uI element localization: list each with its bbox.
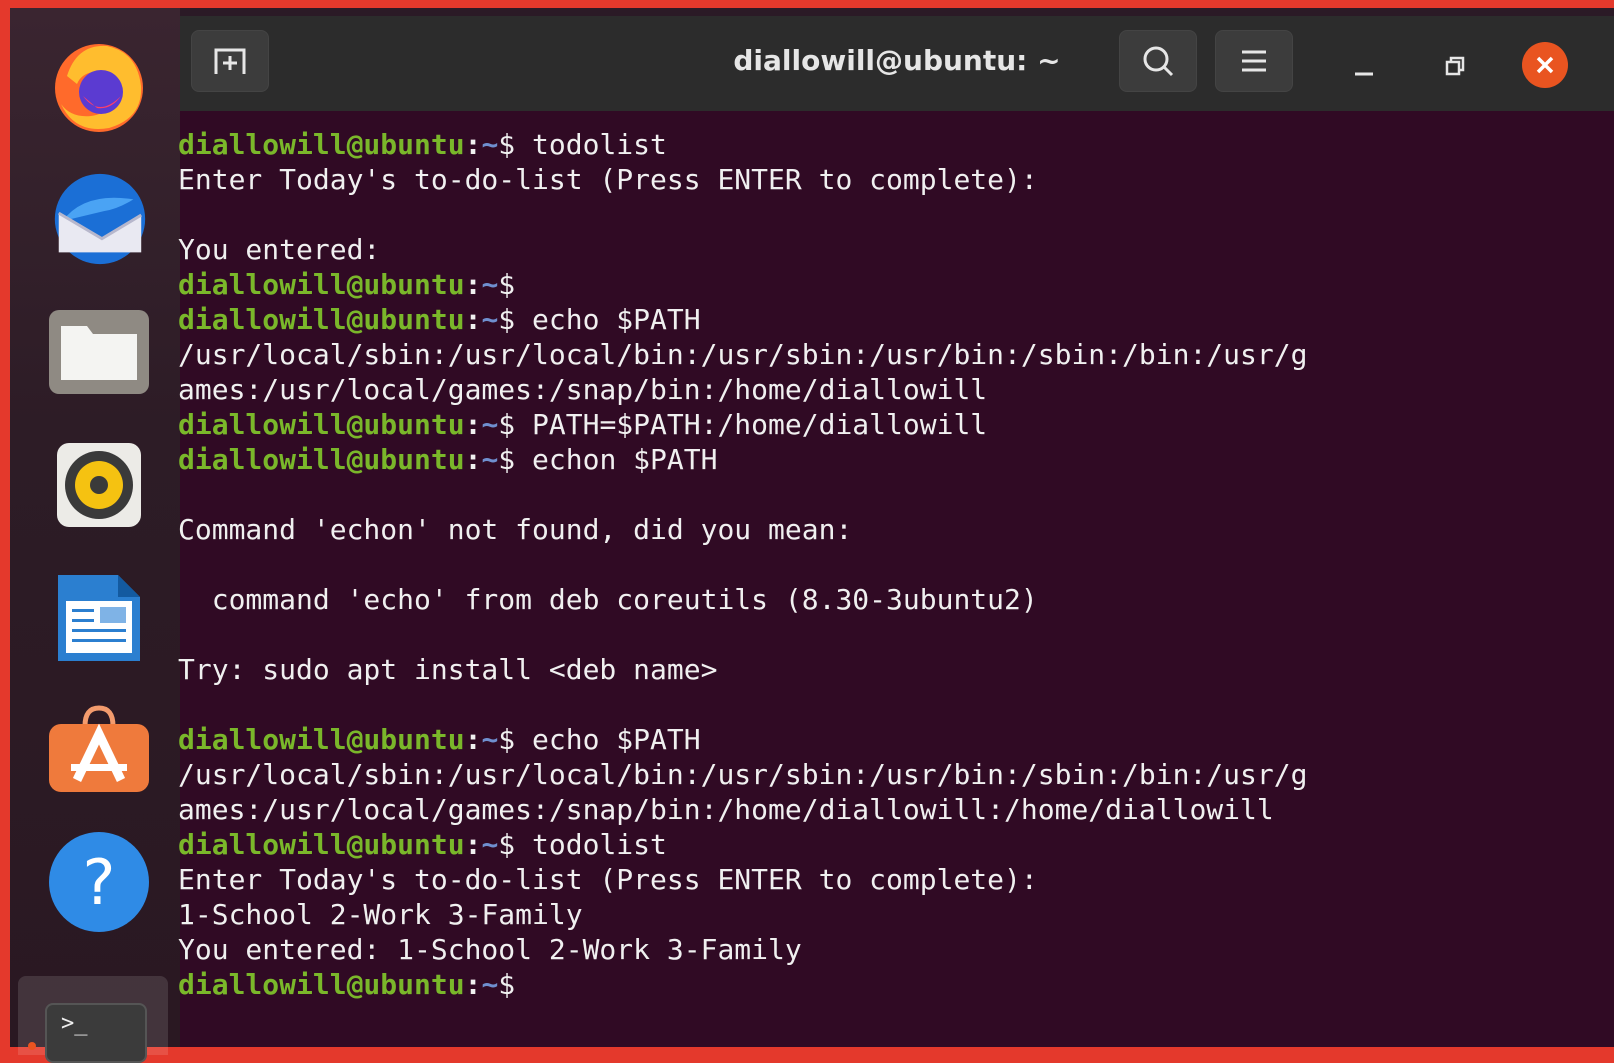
prompt-path: ~ <box>481 128 499 161</box>
command-text: PATH=$PATH:/home/diallowill <box>515 408 988 441</box>
prompt-path: ~ <box>481 303 499 336</box>
new-tab-icon <box>214 48 246 74</box>
close-button[interactable] <box>1522 42 1568 88</box>
prompt-separator: : <box>464 408 482 441</box>
prompt-line: diallowill@ubuntu:~$ <box>178 267 1307 302</box>
output-line: Enter Today's to-do-list (Press ENTER to… <box>178 163 1038 196</box>
command-text: todolist <box>515 828 667 861</box>
prompt-user: diallowill@ubuntu <box>178 268 465 301</box>
output-line: /usr/local/sbin:/usr/local/bin:/usr/sbin… <box>178 338 1308 371</box>
output-line: Try: sudo apt install <deb name> <box>178 653 718 686</box>
output-line: Enter Today's to-do-list (Press ENTER to… <box>178 863 1038 896</box>
ubuntu-software-icon[interactable] <box>45 696 153 804</box>
prompt-user: diallowill@ubuntu <box>178 128 465 161</box>
rhythmbox-icon[interactable] <box>45 431 153 539</box>
prompt-path: ~ <box>481 443 499 476</box>
prompt-separator: : <box>464 268 482 301</box>
prompt-symbol: $ <box>498 303 516 336</box>
hamburger-menu-icon <box>1242 50 1266 72</box>
prompt-symbol: $ <box>498 443 516 476</box>
header-bar: diallowill@ubuntu: ~ <box>180 16 1614 111</box>
prompt-path: ~ <box>481 723 499 756</box>
output-line: You entered: 1-School 2-Work 3-Family <box>178 933 802 966</box>
prompt-user: diallowill@ubuntu <box>178 443 465 476</box>
command-text: echo $PATH <box>515 723 701 756</box>
terminal-lines: diallowill@ubuntu:~$ todolist Enter Today… <box>178 127 1307 1002</box>
svg-text:?: ? <box>83 846 116 919</box>
help-icon[interactable]: ? <box>45 828 153 936</box>
close-icon <box>1536 56 1554 74</box>
prompt-symbol: $ <box>498 408 516 441</box>
restore-icon <box>1445 56 1465 76</box>
prompt-symbol: $ <box>498 828 516 861</box>
command-text: echo $PATH <box>515 303 701 336</box>
prompt-separator: : <box>464 303 482 336</box>
prompt-line: diallowill@ubuntu:~$ echon $PATH <box>178 442 1307 477</box>
output-line: ames:/usr/local/games:/snap/bin:/home/di… <box>178 373 988 406</box>
dock: ? >_ <box>10 8 180 1063</box>
prompt-user: diallowill@ubuntu <box>178 408 465 441</box>
prompt-symbol: $ <box>498 128 516 161</box>
search-button[interactable] <box>1119 30 1197 92</box>
prompt-line: diallowill@ubuntu:~$ echo $PATH <box>178 722 1307 757</box>
files-icon[interactable] <box>45 298 153 406</box>
command-text: todolist <box>515 128 667 161</box>
prompt-user: diallowill@ubuntu <box>178 828 465 861</box>
command-text: echon $PATH <box>515 443 718 476</box>
prompt-symbol: $ <box>498 723 516 756</box>
prompt-user: diallowill@ubuntu <box>178 303 465 336</box>
prompt-path: ~ <box>481 408 499 441</box>
prompt-symbol: $ <box>498 268 516 301</box>
prompt-separator: : <box>464 968 482 1001</box>
prompt-line: diallowill@ubuntu:~$ <box>178 967 1307 1002</box>
output-line: You entered: <box>178 233 381 266</box>
prompt-separator: : <box>464 443 482 476</box>
output-line: 1-School 2-Work 3-Family <box>178 898 583 931</box>
output-line: ames:/usr/local/games:/snap/bin:/home/di… <box>178 793 1274 826</box>
search-icon <box>1143 46 1174 77</box>
prompt-line: diallowill@ubuntu:~$ PATH=$PATH:/home/di… <box>178 407 1307 442</box>
thunderbird-icon[interactable] <box>45 165 153 273</box>
prompt-user: diallowill@ubuntu <box>178 723 465 756</box>
terminal-icon[interactable]: >_ <box>45 1003 147 1063</box>
prompt-separator: : <box>464 828 482 861</box>
prompt-line: diallowill@ubuntu:~$ todolist <box>178 127 1307 162</box>
minimize-button[interactable] <box>1344 46 1384 86</box>
terminal-window: diallowill@ubuntu: ~ diallowill@ubuntu:~… <box>178 16 1614 1047</box>
firefox-icon[interactable] <box>45 32 153 140</box>
prompt-line: diallowill@ubuntu:~$ echo $PATH <box>178 302 1307 337</box>
prompt-separator: : <box>464 723 482 756</box>
prompt-path: ~ <box>481 968 499 1001</box>
output-line: /usr/local/sbin:/usr/local/bin:/usr/sbin… <box>178 758 1308 791</box>
prompt-path: ~ <box>481 268 499 301</box>
output-line: command 'echo' from deb coreutils (8.30-… <box>178 583 1038 616</box>
terminal-output[interactable]: diallowill@ubuntu:~$ todolist Enter Today… <box>178 111 1614 1047</box>
running-indicator <box>28 1042 36 1050</box>
prompt-line: diallowill@ubuntu:~$ todolist <box>178 827 1307 862</box>
output-line: Command 'echon' not found, did you mean: <box>178 513 853 546</box>
prompt-path: ~ <box>481 828 499 861</box>
libreoffice-impress-icon[interactable] <box>45 564 153 672</box>
window-title: diallowill@ubuntu: ~ <box>733 44 1061 77</box>
minimize-icon <box>1355 72 1373 76</box>
maximize-button[interactable] <box>1435 46 1475 86</box>
prompt-user: diallowill@ubuntu <box>178 968 465 1001</box>
menu-button[interactable] <box>1215 30 1293 92</box>
new-tab-button[interactable] <box>191 30 269 92</box>
prompt-symbol: $ <box>498 968 516 1001</box>
prompt-separator: : <box>464 128 482 161</box>
